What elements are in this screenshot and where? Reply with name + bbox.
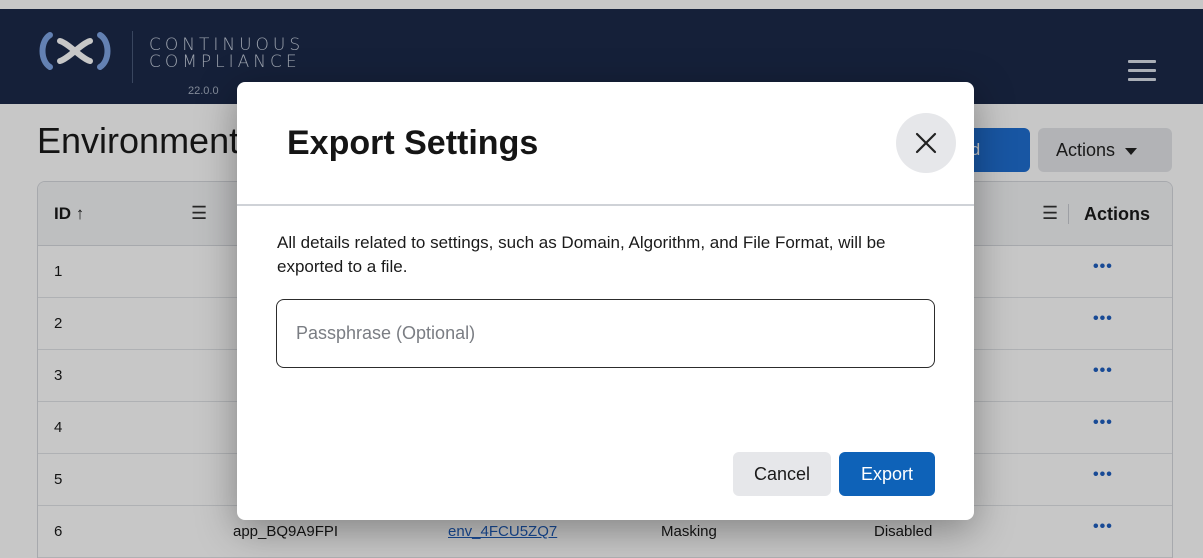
close-icon: [915, 132, 937, 154]
dialog-title: Export Settings: [287, 124, 539, 162]
dialog-divider: [237, 204, 974, 206]
export-settings-dialog: Export Settings All details related to s…: [237, 82, 974, 520]
close-button[interactable]: [896, 113, 956, 173]
dialog-description: All details related to settings, such as…: [277, 233, 886, 276]
export-button[interactable]: Export: [839, 452, 935, 496]
cancel-button[interactable]: Cancel: [733, 452, 831, 496]
passphrase-input[interactable]: [276, 299, 935, 368]
